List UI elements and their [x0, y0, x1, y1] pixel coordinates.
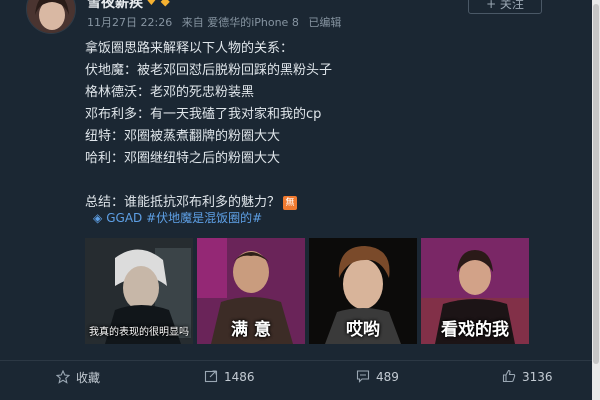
post-image[interactable]: 看戏的我 [421, 238, 529, 344]
favorite-button[interactable]: 收藏 [55, 369, 101, 386]
topic-text[interactable]: GGAD #伏地魔是混饭圈的# [106, 211, 262, 225]
vip-badge-icon: ♥ ◆ [146, 0, 170, 8]
super-topic-icon: ◈ [93, 211, 103, 225]
summary-text: 总结：谁能抵抗邓布利多的魅力？ [85, 195, 281, 210]
image-caption: 哎哟 [346, 320, 380, 340]
username[interactable]: 雪夜薪疾 [87, 0, 143, 12]
action-bar: 收藏 1486 489 3136 [0, 360, 600, 400]
like-count: 3136 [522, 370, 553, 384]
badge-icon: 無 [283, 195, 298, 210]
like-button[interactable]: 3136 [502, 369, 553, 384]
post-time[interactable]: 11月27日 22:26 [87, 16, 172, 29]
post-image[interactable]: 满 意 [197, 238, 305, 344]
post-content: 拿饭圈思路来解释以下人物的关系： 伏地魔：被老邓回怼后脱粉回踩的黑粉头子 格林德… [85, 38, 565, 214]
repost-button[interactable]: 1486 [204, 369, 255, 384]
favorite-label: 收藏 [76, 371, 101, 385]
weibo-post: 雪夜薪疾 ♥ ◆ + 关注 11月27日 22:26 来自 爱德华的iPhone… [0, 0, 600, 360]
repost-count: 1486 [224, 370, 255, 384]
edited-label[interactable]: 已编辑 [308, 16, 341, 29]
scrollbar-thumb[interactable] [593, 4, 599, 364]
repost-icon [204, 369, 218, 383]
content-line: 哈利：邓圈继纽特之后的粉圈大大 [85, 151, 281, 166]
post-image[interactable]: 我真的表现的很明显吗 [85, 238, 193, 344]
thumbs-up-icon [502, 369, 516, 383]
avatar-photo [27, 0, 75, 33]
image-caption: 我真的表现的很明显吗 [89, 327, 189, 338]
star-icon [55, 369, 71, 384]
follow-button[interactable]: + 关注 [468, 0, 542, 14]
comment-button[interactable]: 489 [356, 369, 399, 384]
content-line: 格林德沃：老邓的死忠粉装黑 [85, 85, 255, 100]
comment-icon [356, 369, 370, 383]
topic-links[interactable]: ◈ GGAD #伏地魔是混饭圈的# [93, 209, 262, 226]
comment-count: 489 [376, 370, 399, 384]
content-line: 伏地魔：被老邓回怼后脱粉回踩的黑粉头子 [85, 63, 333, 78]
image-caption: 看戏的我 [441, 320, 509, 340]
content-line: 纽特：邓圈被蒸煮翻牌的粉圈大大 [85, 129, 281, 144]
image-caption: 满 意 [231, 320, 271, 340]
post-image[interactable]: 哎哟 [309, 238, 417, 344]
post-meta: 11月27日 22:26 来自 爱德华的iPhone 8 已编辑 [87, 14, 347, 30]
content-line: 邓布利多：有一天我磕了我对家和我的cp [85, 107, 322, 122]
post-source[interactable]: 来自 爱德华的iPhone 8 [182, 16, 299, 29]
scrollbar[interactable] [592, 0, 600, 400]
avatar[interactable] [26, 0, 76, 34]
content-line: 拿饭圈思路来解释以下人物的关系： [85, 41, 294, 56]
